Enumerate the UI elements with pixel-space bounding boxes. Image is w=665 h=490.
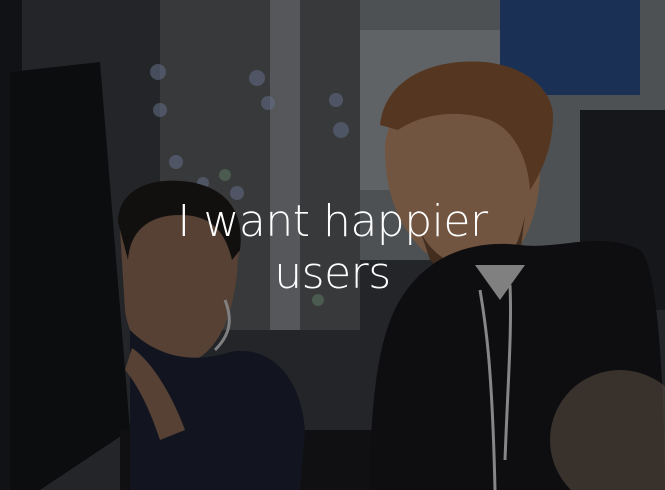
headline: I want happier users: [0, 196, 665, 300]
headline-line-2: users: [274, 248, 391, 299]
hero-tile[interactable]: I want happier users: [0, 0, 665, 490]
headline-line-1: I want happier: [177, 196, 488, 247]
